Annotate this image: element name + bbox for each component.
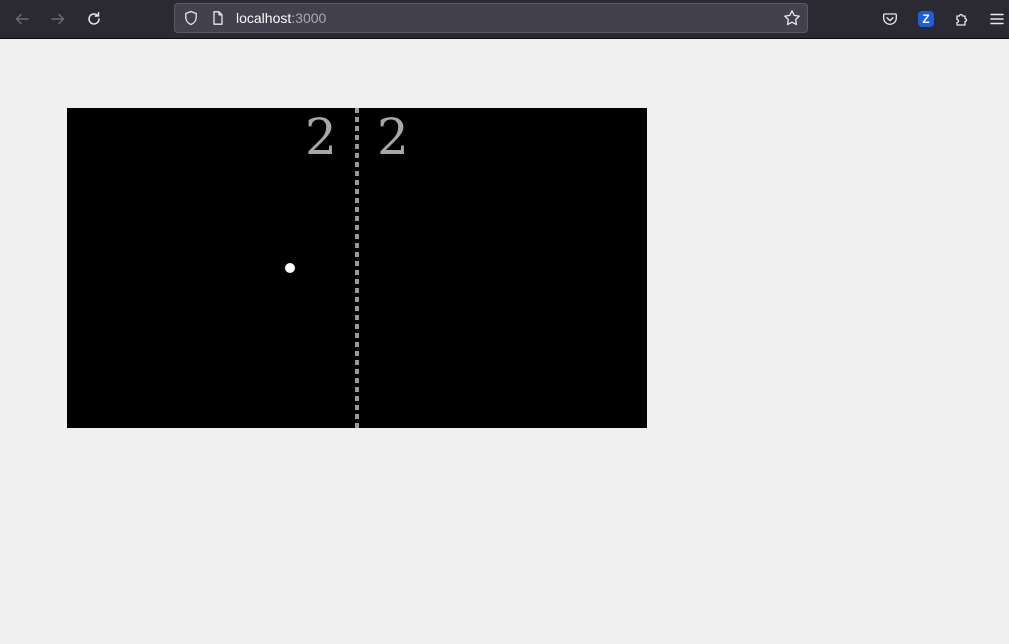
- arrow-right-icon: [51, 13, 65, 25]
- pocket-button[interactable]: [877, 6, 903, 32]
- back-button[interactable]: [9, 6, 35, 32]
- page-icon[interactable]: [210, 10, 226, 30]
- left-player-score: 2: [305, 108, 337, 166]
- reload-button[interactable]: [81, 6, 107, 32]
- puzzle-icon: [956, 13, 968, 26]
- ball: [285, 263, 295, 273]
- shield-icon[interactable]: [183, 10, 199, 30]
- hamburger-menu-icon: [990, 13, 1004, 25]
- reload-icon: [88, 12, 100, 25]
- url-host: localhost: [236, 10, 292, 26]
- page-content: 2 2: [0, 39, 1009, 644]
- forward-button[interactable]: [45, 6, 71, 32]
- pong-game-canvas[interactable]: 2 2: [67, 108, 647, 428]
- pocket-icon: [883, 13, 897, 25]
- extension-z-badge: Z: [918, 11, 934, 27]
- center-net: [355, 108, 359, 428]
- menu-button[interactable]: [984, 6, 1009, 32]
- browser-toolbar: localhost:3000 Z: [0, 0, 1009, 39]
- arrow-left-icon: [15, 13, 29, 25]
- url-bar[interactable]: localhost:3000: [174, 3, 808, 33]
- star-icon[interactable]: [783, 9, 801, 31]
- extension-z-button[interactable]: Z: [913, 6, 939, 32]
- right-player-score: 2: [377, 108, 409, 166]
- url-text[interactable]: localhost:3000: [236, 10, 326, 26]
- extensions-button[interactable]: [949, 6, 975, 32]
- url-port: :3000: [291, 10, 327, 26]
